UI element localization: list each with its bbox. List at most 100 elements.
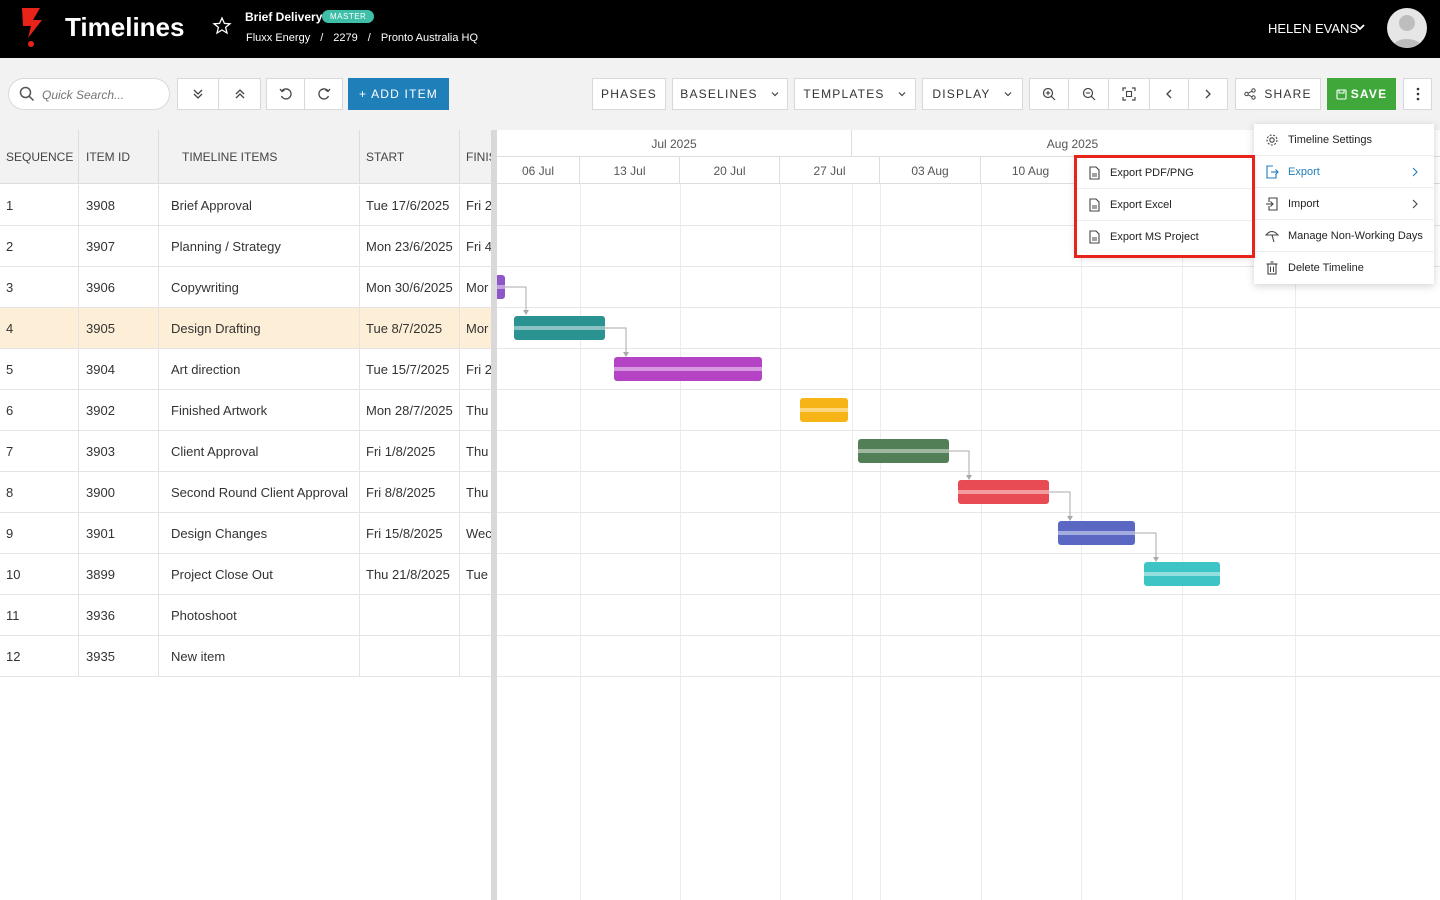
cell-item-name[interactable]: Photoshoot	[159, 595, 360, 636]
baselines-dropdown[interactable]: BASELINES	[672, 78, 788, 110]
zoom-out-button[interactable]	[1068, 78, 1109, 110]
more-options-button[interactable]	[1403, 78, 1432, 110]
scroll-left-button[interactable]	[1149, 78, 1189, 110]
breadcrumb-client[interactable]: Fluxx Energy	[246, 32, 310, 44]
menu-item-import[interactable]: Import	[1254, 188, 1434, 220]
menu-item-manage-non-working-days[interactable]: Manage Non-Working Days	[1254, 220, 1434, 252]
cell-item-name[interactable]: Project Close Out	[159, 554, 360, 595]
cell-item-name[interactable]: Brief Approval	[159, 185, 360, 226]
display-dropdown[interactable]: DISPLAY	[922, 78, 1023, 110]
table-row[interactable]: 12 3935 New item	[0, 636, 492, 677]
cell-item-name[interactable]: Design Drafting	[159, 308, 360, 349]
table-row[interactable]: 9 3901 Design Changes Fri 15/8/2025 Wec	[0, 513, 492, 554]
table-row[interactable]: 8 3900 Second Round Client Approval Fri 8/8…	[0, 472, 492, 513]
cell-item-id: 3903	[79, 431, 159, 472]
gantt-bar-art-direction[interactable]	[614, 357, 762, 381]
table-row[interactable]: 2 3907 Planning / Strategy Mon 23/6/2025 Fri…	[0, 226, 492, 267]
quick-search[interactable]	[8, 78, 170, 110]
add-item-button[interactable]: + ADD ITEM	[348, 78, 449, 110]
breadcrumb: Fluxx Energy / 2279 / Pronto Australia HQ	[246, 32, 478, 44]
chevron-down-icon[interactable]	[1354, 21, 1366, 33]
table-row[interactable]: 4 3905 Design Drafting Tue 8/7/2025 Mor	[0, 308, 492, 349]
cell-item-name[interactable]: Copywriting	[159, 267, 360, 308]
cell-item-name[interactable]: Design Changes	[159, 513, 360, 554]
templates-label: TEMPLATES	[803, 87, 885, 101]
cell-item-id: 3901	[79, 513, 159, 554]
cell-item-name[interactable]: Art direction	[159, 349, 360, 390]
cell-item-name[interactable]: Second Round Client Approval	[159, 472, 360, 513]
gear-icon	[1266, 133, 1278, 146]
cell-finish-date: Tue	[466, 567, 488, 582]
save-label: SAVE	[1350, 87, 1388, 101]
user-name[interactable]: HELEN EVANS	[1268, 21, 1358, 36]
cell-item-name[interactable]: Client Approval	[159, 431, 360, 472]
cell-sequence: 6	[0, 390, 79, 431]
templates-dropdown[interactable]: TEMPLATES	[794, 78, 916, 110]
cell-start-date: Fri 1/8/2025	[360, 431, 460, 472]
column-header-start[interactable]: START	[360, 130, 460, 184]
cell-start-date: Mon 23/6/2025	[360, 226, 460, 267]
cell-item-id: 3902	[79, 390, 159, 431]
favorite-star-icon[interactable]	[212, 16, 232, 36]
cell-item-id: 3900	[79, 472, 159, 513]
logo-icon[interactable]	[18, 6, 46, 48]
redo-button[interactable]	[304, 78, 343, 110]
grid-header: SEQUENCE ITEM ID TIMELINE ITEMS START FI…	[0, 130, 492, 184]
breadcrumb-separator: /	[367, 32, 371, 44]
table-row[interactable]: 10 3899 Project Close Out Thu 21/8/2025 Tue	[0, 554, 492, 595]
column-header-item-id[interactable]: ITEM ID	[79, 130, 159, 184]
table-row[interactable]: 6 3902 Finished Artwork Mon 28/7/2025 Thu	[0, 390, 492, 431]
cell-item-name[interactable]: New item	[159, 636, 360, 677]
breadcrumb-job-number[interactable]: 2279	[333, 32, 357, 44]
fit-to-screen-button[interactable]	[1108, 78, 1150, 110]
table-row[interactable]: 3 3906 Copywriting Mon 30/6/2025 Mor	[0, 267, 492, 308]
gantt-bar-copywriting[interactable]	[497, 275, 505, 299]
gantt-bar-second-round-client-approval[interactable]	[958, 480, 1049, 504]
gantt-bar-design-changes[interactable]	[1058, 521, 1135, 545]
cell-finish-date: Wec	[466, 526, 492, 541]
cell-finish-date: Thu	[466, 485, 489, 500]
column-header-timeline-items[interactable]: TIMELINE ITEMS	[159, 130, 360, 184]
collapse-all-button[interactable]	[218, 78, 261, 110]
phases-label: PHASES	[601, 87, 657, 101]
double-chevron-up-icon	[235, 89, 244, 99]
cell-start-date: Fri 15/8/2025	[360, 513, 460, 554]
column-header-sequence[interactable]: SEQUENCE	[0, 130, 79, 184]
table-row[interactable]: 1 3908 Brief Approval Tue 17/6/2025 Fri 2	[0, 185, 492, 226]
cell-item-name[interactable]: Finished Artwork	[159, 390, 360, 431]
save-button[interactable]: SAVE	[1327, 78, 1396, 110]
cell-item-name[interactable]: Planning / Strategy	[159, 226, 360, 267]
search-input[interactable]	[42, 85, 162, 105]
share-button[interactable]: SHARE	[1235, 78, 1321, 110]
menu-item-export[interactable]: Export	[1254, 156, 1434, 188]
export-options-highlight	[1074, 155, 1255, 258]
timeline-grid: SEQUENCE ITEM ID TIMELINE ITEMS START FI…	[0, 130, 492, 900]
gantt-bar-design-drafting[interactable]	[514, 316, 605, 340]
menu-item-label: Timeline Settings	[1288, 133, 1372, 146]
menu-item-delete-timeline[interactable]: Delete Timeline	[1254, 252, 1434, 284]
avatar[interactable]	[1387, 8, 1427, 48]
trash-icon	[1266, 261, 1278, 275]
table-row[interactable]: 7 3903 Client Approval Fri 1/8/2025 Thu	[0, 431, 492, 472]
gantt-bar-project-close-out[interactable]	[1144, 562, 1220, 586]
gantt-bar-finished-artwork[interactable]	[800, 398, 848, 422]
undo-button[interactable]	[266, 78, 305, 110]
column-header-finish[interactable]: FINISH	[460, 130, 492, 184]
table-row[interactable]: 5 3904 Art direction Tue 15/7/2025 Fri 2	[0, 349, 492, 390]
cell-start-date	[360, 636, 460, 677]
cell-start-date: Fri 8/8/2025	[360, 472, 460, 513]
cell-sequence: 3	[0, 267, 79, 308]
gantt-bar-client-approval[interactable]	[858, 439, 949, 463]
zoom-in-button[interactable]	[1029, 78, 1069, 110]
cell-item-id: 3936	[79, 595, 159, 636]
cell-item-id: 3908	[79, 185, 159, 226]
cell-sequence: 4	[0, 308, 79, 349]
expand-all-button[interactable]	[177, 78, 219, 110]
breadcrumb-location[interactable]: Pronto Australia HQ	[381, 32, 478, 44]
phases-button[interactable]: PHASES	[592, 78, 666, 110]
undo-icon	[278, 88, 292, 100]
cell-sequence: 12	[0, 636, 79, 677]
scroll-right-button[interactable]	[1188, 78, 1228, 110]
menu-item-timeline-settings[interactable]: Timeline Settings	[1254, 124, 1434, 156]
table-row[interactable]: 11 3936 Photoshoot	[0, 595, 492, 636]
